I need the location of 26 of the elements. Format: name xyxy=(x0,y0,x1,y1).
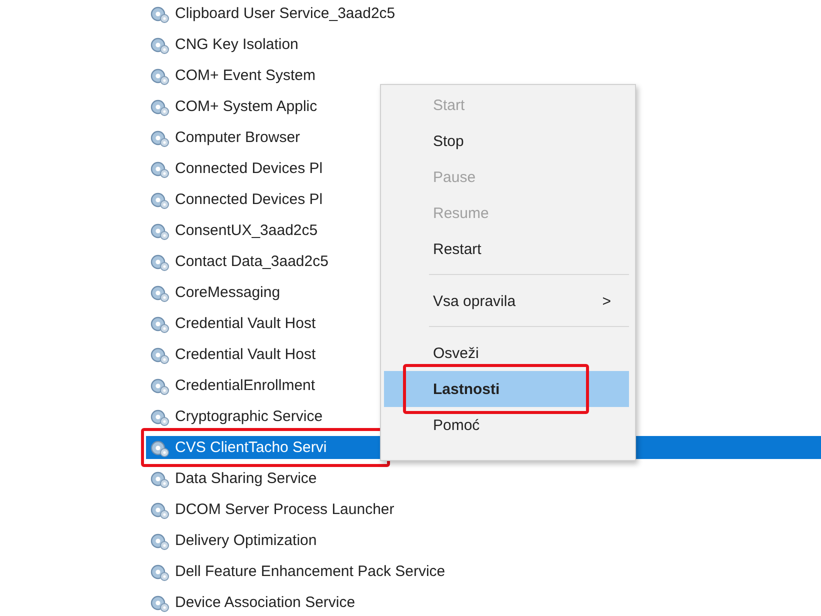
service-row[interactable]: Connected Devices Pl xyxy=(146,157,327,180)
service-row[interactable]: Computer Browser xyxy=(146,126,304,149)
service-row[interactable]: Contact Data_3aad2c5 xyxy=(146,250,332,273)
service-row[interactable]: Data Sharing Service xyxy=(146,467,321,490)
service-row[interactable]: Credential Vault Host xyxy=(146,343,320,366)
service-row[interactable]: COM+ System Applic xyxy=(146,95,322,118)
menu-item[interactable]: Restart xyxy=(384,231,629,267)
service-row[interactable]: Delivery Optimization xyxy=(146,529,321,552)
service-row[interactable]: CredentialEnrollment xyxy=(146,374,320,397)
menu-item[interactable]: Vsa opravila > xyxy=(384,283,629,319)
service-row[interactable]: CoreMessaging xyxy=(146,281,284,304)
service-row[interactable]: Clipboard User Service_3aad2c5 xyxy=(146,2,400,25)
service-row[interactable]: Device Association Service xyxy=(146,591,360,614)
submenu-arrow: > xyxy=(602,292,611,310)
menu-item[interactable]: Lastnosti xyxy=(384,371,629,407)
menu-item[interactable]: Stop xyxy=(384,123,629,159)
menu-item[interactable]: Osveži xyxy=(384,335,629,371)
service-row[interactable]: Cryptographic Service xyxy=(146,405,327,428)
menu-item[interactable]: Pomoć xyxy=(384,407,629,443)
service-row[interactable]: Dell Feature Enhancement Pack Service xyxy=(146,560,450,583)
service-row[interactable]: Connected Devices Pl xyxy=(146,188,327,211)
service-row[interactable]: ConsentUX_3aad2c5 xyxy=(146,219,322,242)
service-row[interactable]: Credential Vault Host xyxy=(146,312,320,335)
service-row[interactable]: COM+ Event System xyxy=(146,64,320,87)
service-row[interactable]: DCOM Server Process Launcher xyxy=(146,498,398,521)
service-row[interactable]: CNG Key Isolation xyxy=(146,33,302,56)
